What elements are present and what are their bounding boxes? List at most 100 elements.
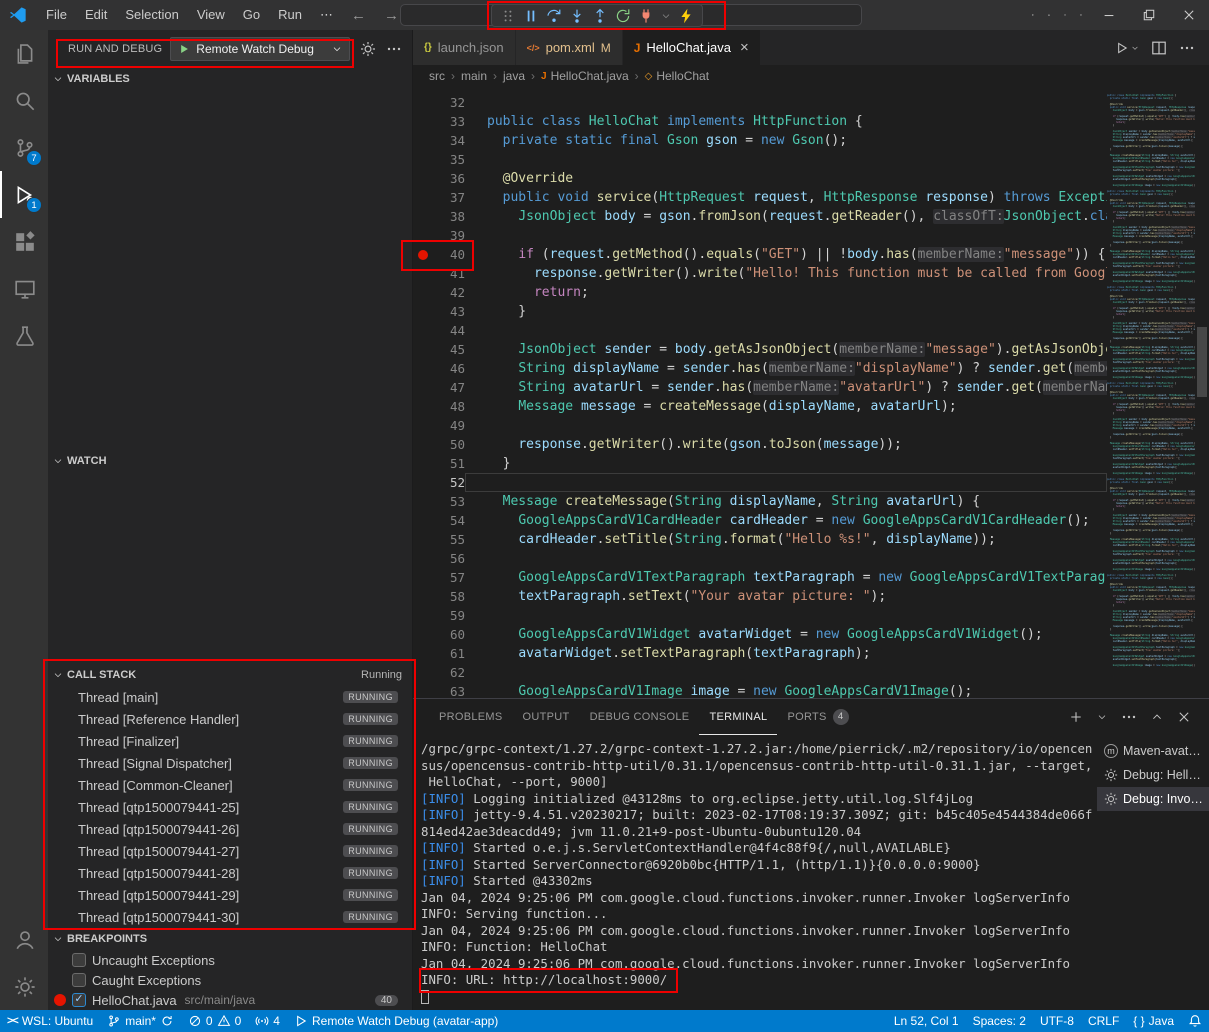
- indentation[interactable]: Spaces: 2: [966, 1010, 1033, 1032]
- debug-status[interactable]: Remote Watch Debug (avatar-app): [287, 1010, 505, 1032]
- step-into-button[interactable]: [569, 8, 585, 24]
- checkbox[interactable]: [72, 973, 86, 987]
- section-call-stack[interactable]: CALL STACK Running: [48, 664, 412, 686]
- remote-indicator[interactable]: >< WSL: Ubuntu: [0, 1010, 100, 1032]
- panel-tab-ports[interactable]: PORTS4: [777, 699, 858, 735]
- maximize-panel-button[interactable]: [1151, 711, 1163, 723]
- run-file-button[interactable]: [1115, 41, 1139, 55]
- section-variables[interactable]: VARIABLES: [48, 68, 412, 90]
- new-terminal-button[interactable]: [1069, 710, 1083, 724]
- terminal-output[interactable]: /grpc/grpc-context/1.27.2/grpc-context-1…: [413, 735, 1097, 1010]
- activity-explorer[interactable]: [0, 30, 48, 77]
- cursor-position[interactable]: Ln 52, Col 1: [887, 1010, 966, 1032]
- menu-selection[interactable]: Selection: [116, 0, 187, 30]
- editor-tab-pom-xml[interactable]: </>pom.xmlM: [516, 30, 623, 65]
- chevron-down-icon[interactable]: [661, 11, 671, 21]
- panel-more-actions[interactable]: [1121, 709, 1137, 725]
- terminal-session[interactable]: Debug: Invo…: [1097, 787, 1209, 811]
- activity-run-debug[interactable]: 1: [0, 171, 48, 218]
- scrollbar-slider[interactable]: [1197, 327, 1207, 397]
- breadcrumb-main[interactable]: main: [461, 69, 487, 83]
- call-stack-thread[interactable]: Thread [qtp1500079441-25]RUNNING: [48, 796, 412, 818]
- problems-indicator[interactable]: 0 0: [181, 1010, 248, 1032]
- minimap[interactable]: public class HelloChat implements HttpFu…: [1107, 87, 1195, 698]
- menu-edit[interactable]: Edit: [76, 0, 116, 30]
- terminal-session[interactable]: Debug: Hell…: [1097, 763, 1209, 787]
- terminal-session[interactable]: mMaven-avat…: [1097, 739, 1209, 763]
- ports-indicator[interactable]: 4: [248, 1010, 287, 1032]
- editor-scrollbar[interactable]: [1195, 87, 1209, 698]
- call-stack-thread[interactable]: Thread [Signal Dispatcher]RUNNING: [48, 752, 412, 774]
- breakpoint-item[interactable]: Caught Exceptions: [48, 970, 412, 990]
- menu-file[interactable]: File: [37, 0, 76, 30]
- checkbox[interactable]: [72, 953, 86, 967]
- step-out-button[interactable]: [592, 8, 608, 24]
- configure-launch-icon[interactable]: [360, 41, 376, 57]
- notifications[interactable]: [1181, 1010, 1209, 1032]
- call-stack-thread[interactable]: Thread [Finalizer]RUNNING: [48, 730, 412, 752]
- encoding[interactable]: UTF-8: [1033, 1010, 1081, 1032]
- call-stack-thread[interactable]: Thread [qtp1500079441-27]RUNNING: [48, 840, 412, 862]
- call-stack-thread[interactable]: Thread [Common-Cleaner]RUNNING: [48, 774, 412, 796]
- breakpoint-item[interactable]: Uncaught Exceptions: [48, 950, 412, 970]
- restore-button[interactable]: [1129, 0, 1169, 30]
- activity-source-control[interactable]: 7: [0, 124, 48, 171]
- eol-indicator[interactable]: CRLF: [1081, 1010, 1126, 1032]
- activity-accounts[interactable]: [0, 916, 48, 963]
- call-stack-thread[interactable]: Thread [qtp1500079441-28]RUNNING: [48, 862, 412, 884]
- breakpoint-dot[interactable]: [413, 245, 433, 264]
- activity-extensions[interactable]: [0, 218, 48, 265]
- checkbox[interactable]: ✓: [72, 993, 86, 1007]
- drag-handle-icon[interactable]: [500, 8, 516, 24]
- call-stack-thread[interactable]: Thread [Reference Handler]RUNNING: [48, 708, 412, 730]
- activity-settings[interactable]: [0, 963, 48, 1010]
- breadcrumb-src[interactable]: src: [429, 69, 445, 83]
- call-stack-thread[interactable]: Thread [qtp1500079441-29]RUNNING: [48, 884, 412, 906]
- call-stack-thread[interactable]: Thread [qtp1500079441-30]RUNNING: [48, 906, 412, 928]
- panel-tab-terminal[interactable]: TERMINAL: [699, 699, 777, 735]
- hot-code-replace-button[interactable]: [678, 8, 694, 24]
- call-stack-thread[interactable]: Thread [qtp1500079441-26]RUNNING: [48, 818, 412, 840]
- more-actions-icon[interactable]: [386, 41, 402, 57]
- toggle-secondary-sidebar-icon[interactable]: [1057, 7, 1073, 23]
- panel-tab-problems[interactable]: PROBLEMS: [429, 699, 513, 735]
- menu-view[interactable]: View: [188, 0, 234, 30]
- split-editor-button[interactable]: [1151, 40, 1167, 56]
- close-icon[interactable]: ×: [740, 39, 749, 56]
- terminal-dropdown-chevron[interactable]: [1097, 712, 1107, 722]
- customize-layout-icon[interactable]: [1073, 7, 1089, 23]
- section-breakpoints[interactable]: BREAKPOINTS: [48, 928, 412, 950]
- close-button[interactable]: [1169, 0, 1209, 30]
- launch-config-dropdown[interactable]: Remote Watch Debug: [170, 37, 350, 61]
- close-panel-button[interactable]: [1177, 710, 1191, 724]
- panel-tab-output[interactable]: OUTPUT: [513, 699, 580, 735]
- branch-indicator[interactable]: main*: [100, 1010, 181, 1032]
- pause-button[interactable]: [523, 8, 539, 24]
- activity-remote-explorer[interactable]: [0, 265, 48, 312]
- restart-button[interactable]: [615, 8, 631, 24]
- toggle-sidebar-icon[interactable]: [1025, 7, 1041, 23]
- code-editor[interactable]: 3233public class HelloChat implements Ht…: [413, 87, 1209, 698]
- menu-go[interactable]: Go: [234, 0, 269, 30]
- breakpoint-item[interactable]: ✓HelloChat.javasrc/main/java40: [48, 990, 412, 1010]
- activity-search[interactable]: [0, 77, 48, 124]
- editor-tab-HelloChat-java[interactable]: JHelloChat.java×: [623, 30, 761, 65]
- panel-tab-debug-console[interactable]: DEBUG CONSOLE: [580, 699, 700, 735]
- step-over-button[interactable]: [546, 8, 562, 24]
- editor-tab-launch-json[interactable]: {}launch.json: [413, 30, 516, 65]
- breadcrumb-java[interactable]: java: [503, 69, 525, 83]
- start-debug-icon[interactable]: [178, 43, 190, 55]
- breadcrumb-hellochat[interactable]: ◇HelloChat: [645, 69, 709, 83]
- call-stack-thread[interactable]: Thread [main]RUNNING: [48, 686, 412, 708]
- editor-more-actions[interactable]: [1179, 40, 1195, 56]
- toggle-panel-icon[interactable]: [1041, 7, 1057, 23]
- menu-run[interactable]: Run: [269, 0, 311, 30]
- back-button[interactable]: ←: [342, 7, 375, 24]
- menu-more[interactable]: ⋯: [311, 0, 342, 30]
- breadcrumb-hellochat-java[interactable]: JHelloChat.java: [541, 69, 629, 83]
- activity-testing[interactable]: [0, 312, 48, 359]
- section-watch[interactable]: WATCH: [48, 450, 412, 472]
- disconnect-button[interactable]: [638, 8, 654, 24]
- language-mode[interactable]: { } Java: [1126, 1010, 1181, 1032]
- minimize-button[interactable]: [1089, 0, 1129, 30]
